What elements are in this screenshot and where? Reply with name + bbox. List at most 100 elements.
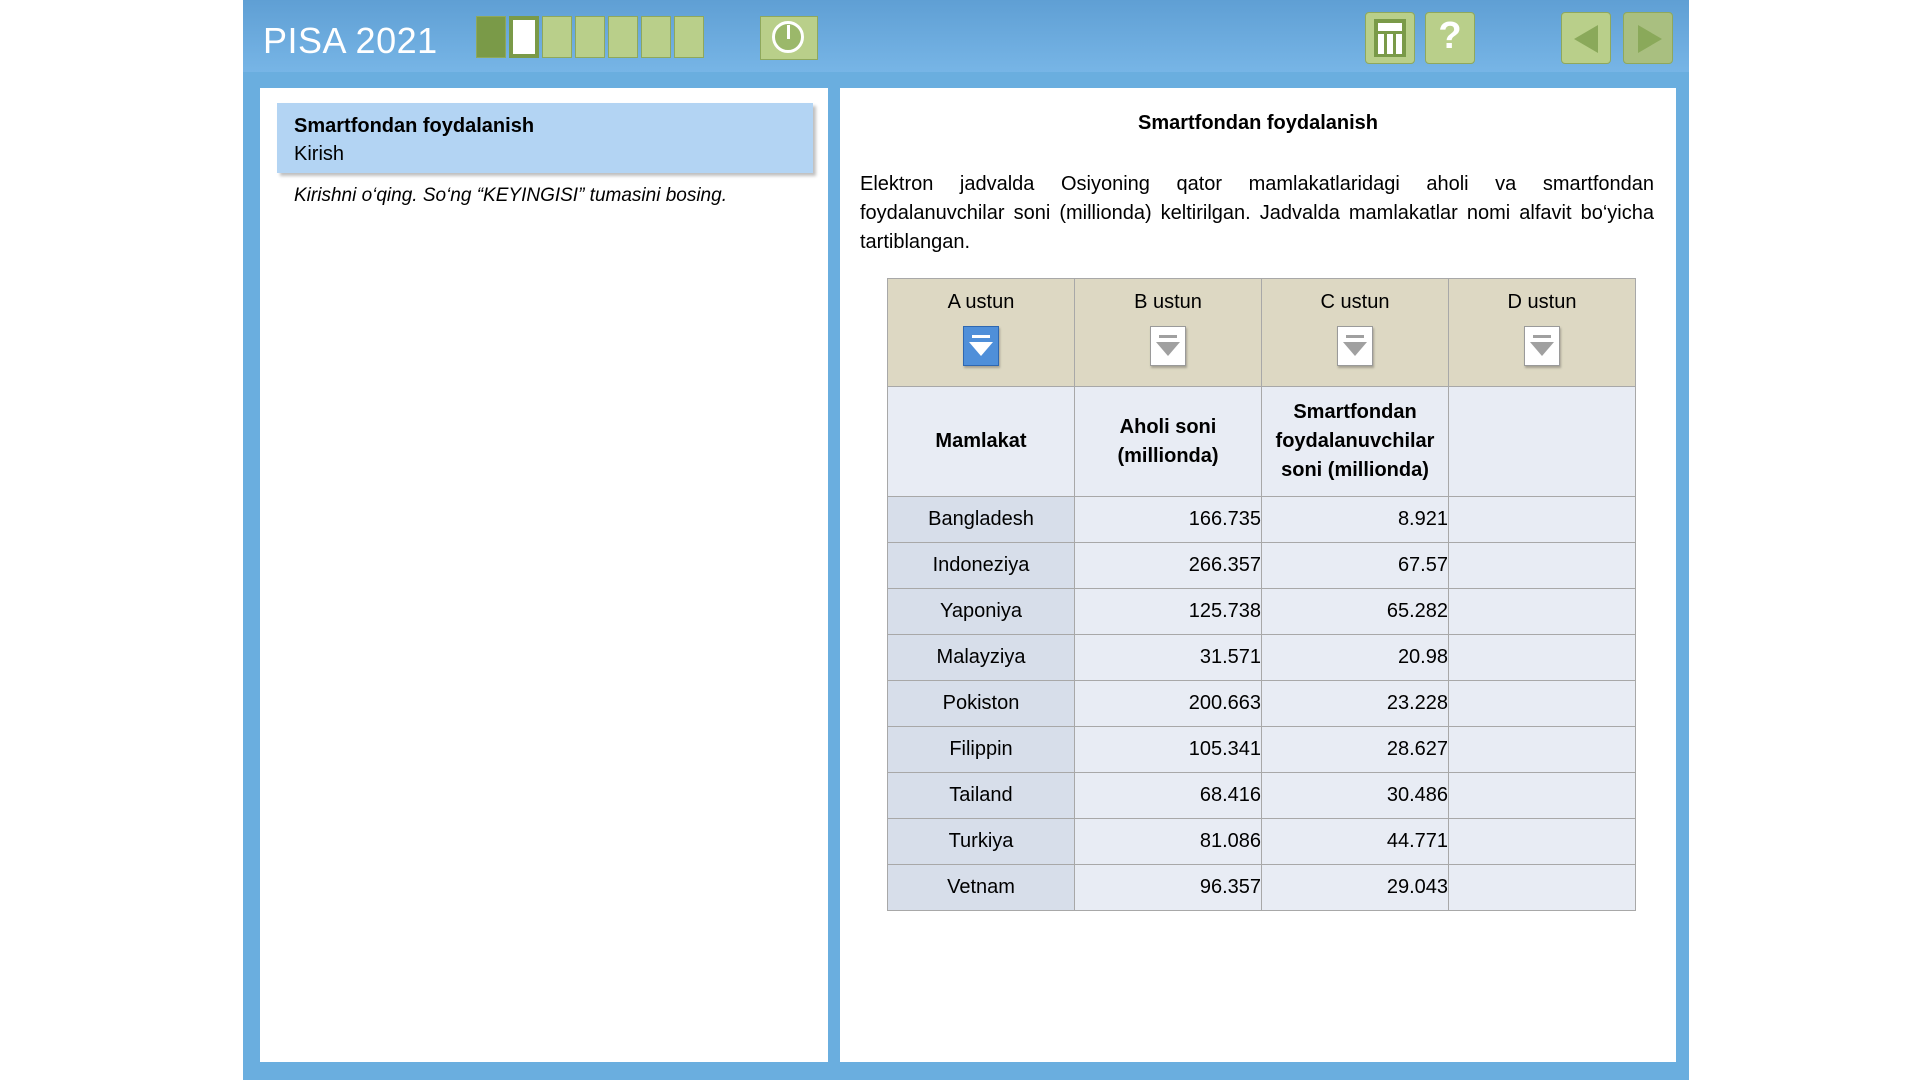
- header-empty: [1448, 386, 1636, 497]
- column-header-row: A ustun B ustun C ustun D ustun: [887, 278, 1636, 387]
- country-cell[interactable]: Filippin: [887, 726, 1075, 773]
- calculator-keys: [1378, 34, 1402, 54]
- table-row: Tailand 68.416 30.486: [887, 772, 1636, 819]
- empty-cell: [1448, 864, 1636, 911]
- intro-box: Smartfondan foydalanish Kirish: [277, 103, 813, 173]
- timer-icon: [760, 16, 818, 60]
- progress-segment: [575, 16, 605, 58]
- header-country: Mamlakat: [887, 386, 1075, 497]
- progress-segment: [476, 16, 506, 58]
- calculator-icon: [1374, 19, 1406, 57]
- progress-segment: [542, 16, 572, 58]
- spreadsheet-body: A ustun B ustun C ustun D ustun Mamlakat…: [887, 278, 1636, 911]
- next-button[interactable]: [1623, 12, 1673, 64]
- table-row: Pokiston 200.663 23.228: [887, 680, 1636, 727]
- header-bar: PISA 2021 ?: [243, 0, 1689, 72]
- help-button[interactable]: ?: [1425, 12, 1475, 64]
- country-cell[interactable]: Tailand: [887, 772, 1075, 819]
- header-smartphone-users: Smartfondan foydalanuvchilar soni (milli…: [1261, 386, 1449, 497]
- smartphone-users-cell: 29.043: [1261, 864, 1449, 911]
- country-cell[interactable]: Malayziya: [887, 634, 1075, 681]
- population-cell: 96.357: [1074, 864, 1262, 911]
- stimulus-panel: Smartfondan foydalanish Kirish Kirishni …: [260, 88, 828, 1062]
- table-row: Vetnam 96.357 29.043: [887, 864, 1636, 911]
- empty-cell: [1448, 588, 1636, 635]
- progress-segment: [641, 16, 671, 58]
- sort-arrow-icon: [969, 342, 993, 356]
- unit-subtitle: Kirish: [294, 143, 345, 165]
- column-c-header: C ustun: [1261, 278, 1449, 387]
- smartphone-users-cell: 44.771: [1261, 818, 1449, 865]
- population-cell: 68.416: [1074, 772, 1262, 819]
- population-cell: 105.341: [1074, 726, 1262, 773]
- sort-arrow-icon: [1530, 342, 1554, 356]
- calculator-screen: [1378, 23, 1402, 31]
- description-text: Elektron jadvalda Osiyoning qator mamlak…: [860, 173, 1654, 253]
- next-arrow-icon: [1638, 25, 1662, 53]
- population-cell: 166.735: [1074, 496, 1262, 543]
- clock-hand: [787, 25, 790, 39]
- smartphone-users-cell: 20.98: [1261, 634, 1449, 681]
- population-cell: 266.357: [1074, 542, 1262, 589]
- progress-segment: [674, 16, 704, 58]
- column-label: A ustun: [947, 291, 1015, 313]
- table-row: Indoneziya 266.357 67.57: [887, 542, 1636, 589]
- help-icon: ?: [1438, 15, 1462, 57]
- back-arrow-icon: [1574, 25, 1598, 53]
- sort-arrow-icon: [1156, 342, 1180, 356]
- population-cell: 125.738: [1074, 588, 1262, 635]
- table-header-row: Mamlakat Aholi soni (millionda) Smartfon…: [887, 386, 1636, 497]
- country-cell[interactable]: Pokiston: [887, 680, 1075, 727]
- content-panel: Smartfondan foydalanish Elektron jadvald…: [840, 88, 1676, 1062]
- population-cell: 200.663: [1074, 680, 1262, 727]
- column-d-header: D ustun: [1448, 278, 1636, 387]
- header-population: Aholi soni (millionda): [1074, 386, 1262, 497]
- smartphone-users-cell: 8.921: [1261, 496, 1449, 543]
- country-cell[interactable]: Yaponiya: [887, 588, 1075, 635]
- back-button[interactable]: [1561, 12, 1611, 64]
- smartphone-users-cell: 65.282: [1261, 588, 1449, 635]
- table-row: Turkiya 81.086 44.771: [887, 818, 1636, 865]
- sort-button-b[interactable]: [1150, 326, 1186, 366]
- calculator-button[interactable]: [1365, 12, 1415, 64]
- sort-bar: [972, 335, 990, 338]
- table-row: Bangladesh 166.735 8.921: [887, 496, 1636, 543]
- empty-cell: [1448, 542, 1636, 589]
- country-cell[interactable]: Turkiya: [887, 818, 1075, 865]
- column-label: D ustun: [1507, 291, 1577, 313]
- column-label: B ustun: [1134, 291, 1202, 313]
- column-label: C ustun: [1320, 291, 1390, 313]
- country-cell[interactable]: Vetnam: [887, 864, 1075, 911]
- country-cell[interactable]: Bangladesh: [887, 496, 1075, 543]
- unit-title: Smartfondan foydalanish: [294, 115, 535, 137]
- sort-bar: [1533, 335, 1551, 338]
- population-cell: 81.086: [1074, 818, 1262, 865]
- app-frame: PISA 2021 ? Smartfondan foydalanish Kiri…: [243, 0, 1689, 1080]
- empty-cell: [1448, 680, 1636, 727]
- sort-bar: [1159, 335, 1177, 338]
- smartphone-users-cell: 28.627: [1261, 726, 1449, 773]
- sort-arrow-icon: [1343, 342, 1367, 356]
- empty-cell: [1448, 726, 1636, 773]
- smartphone-users-cell: 67.57: [1261, 542, 1449, 589]
- country-cell[interactable]: Indoneziya: [887, 542, 1075, 589]
- sort-button-d[interactable]: [1524, 326, 1560, 366]
- sort-button-c[interactable]: [1337, 326, 1373, 366]
- sort-button-a[interactable]: [963, 326, 999, 366]
- column-b-header: B ustun: [1074, 278, 1262, 387]
- empty-cell: [1448, 772, 1636, 819]
- progress-bar: [476, 16, 704, 58]
- table-row: Malayziya 31.571 20.98: [887, 634, 1636, 681]
- empty-cell: [1448, 634, 1636, 681]
- sort-bar: [1346, 335, 1364, 338]
- progress-segment-current: [509, 16, 539, 58]
- population-cell: 31.571: [1074, 634, 1262, 681]
- empty-cell: [1448, 496, 1636, 543]
- spreadsheet-table: A ustun B ustun C ustun D ustun Mamlakat…: [887, 278, 1636, 911]
- smartphone-users-cell: 23.228: [1261, 680, 1449, 727]
- content-title: Smartfondan foydalanish: [1137, 112, 1379, 134]
- progress-segment: [608, 16, 638, 58]
- empty-cell: [1448, 818, 1636, 865]
- table-row: Yaponiya 125.738 65.282: [887, 588, 1636, 635]
- table-row: Filippin 105.341 28.627: [887, 726, 1636, 773]
